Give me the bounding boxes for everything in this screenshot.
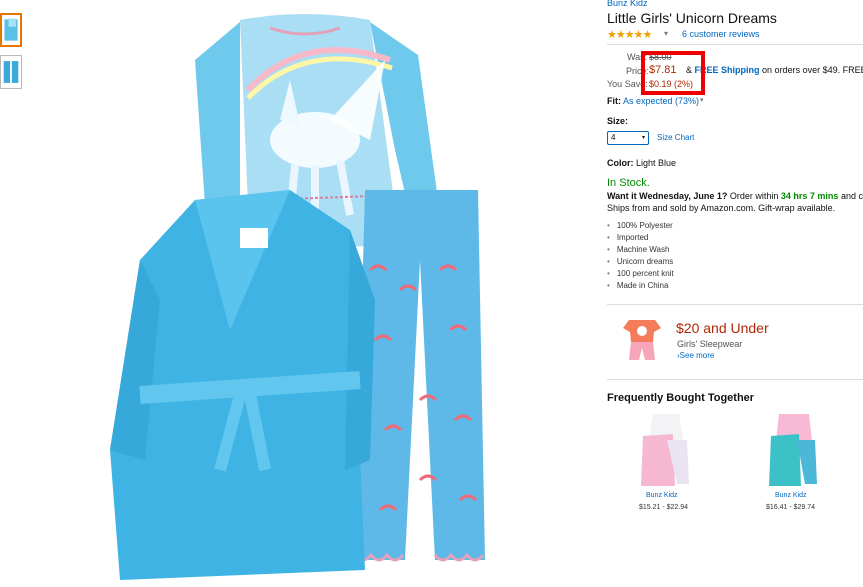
product-title: Little Girls' Unicorn Dreams [607, 10, 777, 26]
brand-link[interactable]: Bunz Kidz [607, 0, 648, 8]
star-rating-icon[interactable]: ★★★★★ [607, 28, 652, 41]
frequently-bought-title: Frequently Bought Together [607, 392, 755, 404]
feature-bullet: Made in China [607, 280, 674, 292]
fbt-item-price: $16.41 - $29.74 [766, 504, 816, 511]
chevron-down-icon[interactable]: ▾ [664, 29, 668, 38]
order-within-text: Order within [729, 191, 779, 201]
fbt-product-image-1[interactable] [637, 410, 695, 488]
divider [607, 304, 863, 305]
feature-bullet: 100 percent knit [607, 268, 674, 280]
delivery-info: Want it Wednesday, June 1? Order within … [607, 191, 863, 201]
free-shipping-text: & FREE Shipping on orders over $49. FREE… [686, 65, 863, 75]
size-label: Size: [607, 116, 629, 126]
fit-label: Fit: [607, 96, 621, 106]
choose-text: and choo [840, 191, 863, 201]
feature-bullet: Unicorn dreams [607, 256, 674, 268]
delivery-countdown: 34 hrs 7 mins [780, 191, 839, 201]
delivery-date: Want it Wednesday, June 1? [607, 191, 728, 201]
free-shipping-suffix: on orders over $49. FREE Ret [762, 65, 863, 75]
fit-value-link[interactable]: As expected (73%) [623, 96, 699, 106]
color-info: Color: Light Blue [607, 158, 676, 168]
fbt-item-name[interactable]: Bunz Kidz [775, 492, 807, 499]
promo-product-image[interactable] [621, 316, 663, 362]
color-value: Light Blue [636, 158, 677, 168]
size-select[interactable]: 4 ▾ [607, 131, 649, 145]
feature-bullet: Imported [607, 232, 674, 244]
fbt-item-price: $15.21 - $22.94 [639, 504, 689, 511]
feature-bullets: 100% Polyester Imported Machine Wash Uni… [607, 220, 674, 292]
chevron-down-icon[interactable]: ▾ [700, 96, 704, 104]
customer-reviews-link[interactable]: 6 customer reviews [682, 29, 760, 39]
ships-from-text: Ships from and sold by Amazon.com. Gift-… [607, 203, 836, 213]
divider [607, 44, 863, 45]
promo-price-heading[interactable]: $20 and Under [676, 320, 769, 336]
see-more-link[interactable]: ›See more [677, 351, 714, 360]
fbt-product-image-2[interactable] [765, 410, 823, 488]
product-image[interactable] [100, 0, 505, 587]
feature-bullet: 100% Polyester [607, 220, 674, 232]
size-chart-link[interactable]: Size Chart [657, 133, 694, 142]
dropdown-arrow-icon: ▾ [641, 135, 645, 141]
feature-bullet: Machine Wash [607, 244, 674, 256]
divider [607, 379, 863, 380]
thumbnail-2[interactable] [0, 55, 22, 89]
color-label: Color: [607, 158, 634, 168]
thumbnail-1[interactable] [0, 13, 22, 47]
price-highlight-box [641, 51, 705, 95]
fbt-item-name[interactable]: Bunz Kidz [646, 492, 678, 499]
promo-subtitle: Girls' Sleepwear [677, 339, 743, 349]
availability-status: In Stock. [607, 177, 650, 189]
size-selected-value: 4 [611, 133, 616, 142]
